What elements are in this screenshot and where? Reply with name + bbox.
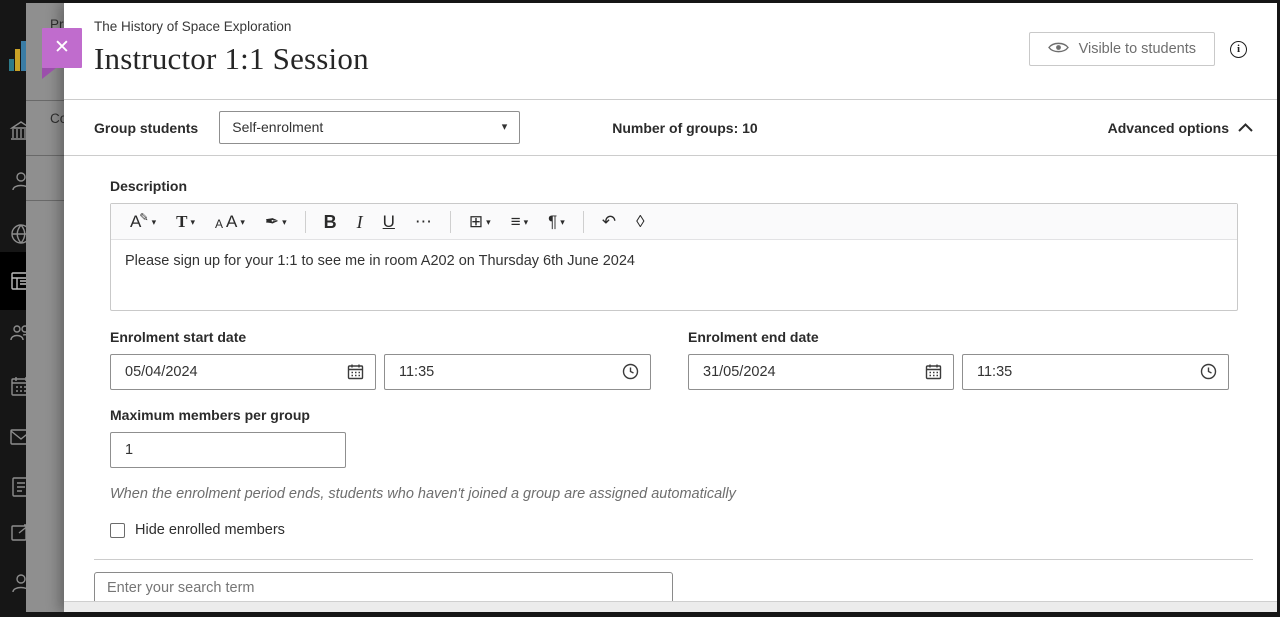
enrolment-start-label: Enrolment start date	[110, 329, 651, 345]
underline-icon: U	[383, 213, 395, 230]
dimmed-divider	[26, 155, 64, 156]
hide-members-checkbox[interactable]	[110, 523, 125, 538]
enrolment-end-group: Enrolment end date	[688, 329, 1229, 390]
italic-icon: I	[357, 213, 363, 231]
auto-assign-hint: When the enrolment period ends, students…	[110, 486, 1253, 502]
chevron-down-icon: ▾	[240, 218, 245, 227]
toolbar-text-color-button[interactable]: ✒▾	[256, 209, 296, 234]
visibility-button[interactable]: Visible to students	[1029, 32, 1215, 66]
text-color-icon: ✒	[265, 213, 279, 230]
chevron-up-icon	[1238, 119, 1253, 137]
institution-icon[interactable]	[9, 119, 26, 143]
chevron-down-icon: ▾	[502, 112, 508, 143]
close-icon: ✕	[54, 37, 70, 58]
toolbar-align-button[interactable]: ≡▾	[502, 209, 537, 234]
search-input[interactable]	[94, 572, 673, 604]
font-family-icon: T	[176, 213, 187, 230]
dimmed-divider	[26, 100, 64, 101]
organizations-icon[interactable]	[9, 222, 26, 246]
end-time-input[interactable]	[962, 354, 1229, 390]
group-students-label: Group students	[94, 120, 198, 136]
info-icon[interactable]: i	[1230, 41, 1247, 58]
global-nav-sidebar	[0, 3, 26, 612]
more-options-icon: ⋯	[415, 213, 432, 230]
chevron-down-icon: ▾	[152, 218, 157, 227]
advanced-options-label: Advanced options	[1108, 120, 1229, 136]
toolbar-eraser-button[interactable]: ◊	[627, 209, 653, 234]
align-icon: ≡	[511, 213, 521, 230]
end-date-input[interactable]	[688, 354, 954, 390]
group-students-selected-value: Self-enrolment	[232, 119, 323, 135]
description-label: Description	[110, 178, 1253, 194]
dimmed-background-page: Pr Co	[26, 3, 64, 612]
messages-icon[interactable]	[9, 425, 26, 449]
undo-icon: ↶	[602, 213, 616, 230]
group-settings-row: Group students Self-enrolment ▾ Number o…	[64, 100, 1277, 156]
courses-icon[interactable]	[9, 269, 26, 293]
hide-members-row: Hide enrolled members	[110, 522, 1253, 538]
sign-out-icon[interactable]	[9, 571, 26, 595]
toolbar-separator	[305, 211, 306, 233]
number-of-groups-label: Number of groups: 10	[612, 120, 757, 136]
toolbar-paragraph-style-button[interactable]: ¶▾	[539, 209, 574, 234]
toolbar-underline-button[interactable]: U	[374, 209, 404, 234]
toolbar-separator	[583, 211, 584, 233]
profile-icon[interactable]	[9, 169, 26, 193]
group-students-select[interactable]: Self-enrolment ▾	[219, 111, 520, 144]
paragraph-style-icon: ¶	[548, 213, 557, 230]
panel-header: The History of Space Exploration Instruc…	[64, 3, 1277, 100]
chevron-down-icon: ▾	[560, 218, 565, 227]
chevron-down-icon: ▾	[190, 218, 195, 227]
groups-icon[interactable]	[9, 321, 26, 345]
max-members-label: Maximum members per group	[110, 407, 1253, 423]
bold-icon: B	[324, 213, 337, 231]
group-settings-panel: The History of Space Exploration Instruc…	[64, 3, 1277, 612]
description-text[interactable]: Please sign up for your 1:1 to see me in…	[111, 240, 1237, 282]
enrolment-end-label: Enrolment end date	[688, 329, 1229, 345]
toolbar-more-options-button[interactable]: ⋯	[406, 209, 441, 234]
advanced-options-toggle[interactable]: Advanced options	[1108, 119, 1253, 137]
logo-icon[interactable]	[9, 35, 26, 71]
start-date-input[interactable]	[110, 354, 376, 390]
enrolment-start-group: Enrolment start date	[110, 329, 651, 390]
insert-table-icon: ⊞	[469, 213, 483, 230]
chevron-down-icon: ▾	[524, 218, 529, 227]
hide-members-label: Hide enrolled members	[135, 522, 285, 538]
dimmed-divider	[26, 200, 64, 201]
chevron-down-icon: ▾	[486, 218, 491, 227]
toolbar-text-style-button[interactable]: A✎▾	[121, 209, 165, 234]
chevron-down-icon: ▾	[282, 218, 287, 227]
start-time-input[interactable]	[384, 354, 651, 390]
grades-icon[interactable]	[9, 475, 26, 499]
close-panel-button[interactable]: ✕	[42, 28, 82, 68]
app-window: Pr Co ✕ The History of Space Exploration…	[0, 0, 1280, 617]
eraser-icon: ◊	[636, 213, 644, 230]
toolbar-undo-button[interactable]: ↶	[593, 209, 625, 234]
editor-toolbar: A✎▾T▾AA▾✒▾BIU⋯⊞▾≡▾¶▾↶◊	[111, 204, 1237, 240]
advanced-options-form: Description A✎▾T▾AA▾✒▾BIU⋯⊞▾≡▾¶▾↶◊ Pleas…	[64, 156, 1277, 538]
bottom-edge-strip	[64, 601, 1277, 612]
visibility-button-label: Visible to students	[1079, 41, 1196, 57]
toolbar-insert-table-button[interactable]: ⊞▾	[460, 209, 500, 234]
eye-icon	[1048, 41, 1069, 58]
dimmed-text-fragment: Co	[50, 111, 64, 126]
tools-icon[interactable]	[9, 521, 26, 545]
toolbar-italic-button[interactable]: I	[348, 209, 372, 235]
toolbar-font-size-button[interactable]: AA▾	[206, 209, 254, 234]
calendar-icon[interactable]	[9, 374, 26, 398]
toolbar-bold-button[interactable]: B	[315, 209, 346, 235]
toolbar-separator	[450, 211, 451, 233]
search-divider	[94, 559, 1253, 560]
max-members-input[interactable]	[110, 432, 346, 468]
toolbar-font-family-button[interactable]: T▾	[167, 209, 204, 234]
rich-text-editor: A✎▾T▾AA▾✒▾BIU⋯⊞▾≡▾¶▾↶◊ Please sign up fo…	[110, 203, 1238, 311]
font-size-icon: A	[226, 213, 237, 230]
